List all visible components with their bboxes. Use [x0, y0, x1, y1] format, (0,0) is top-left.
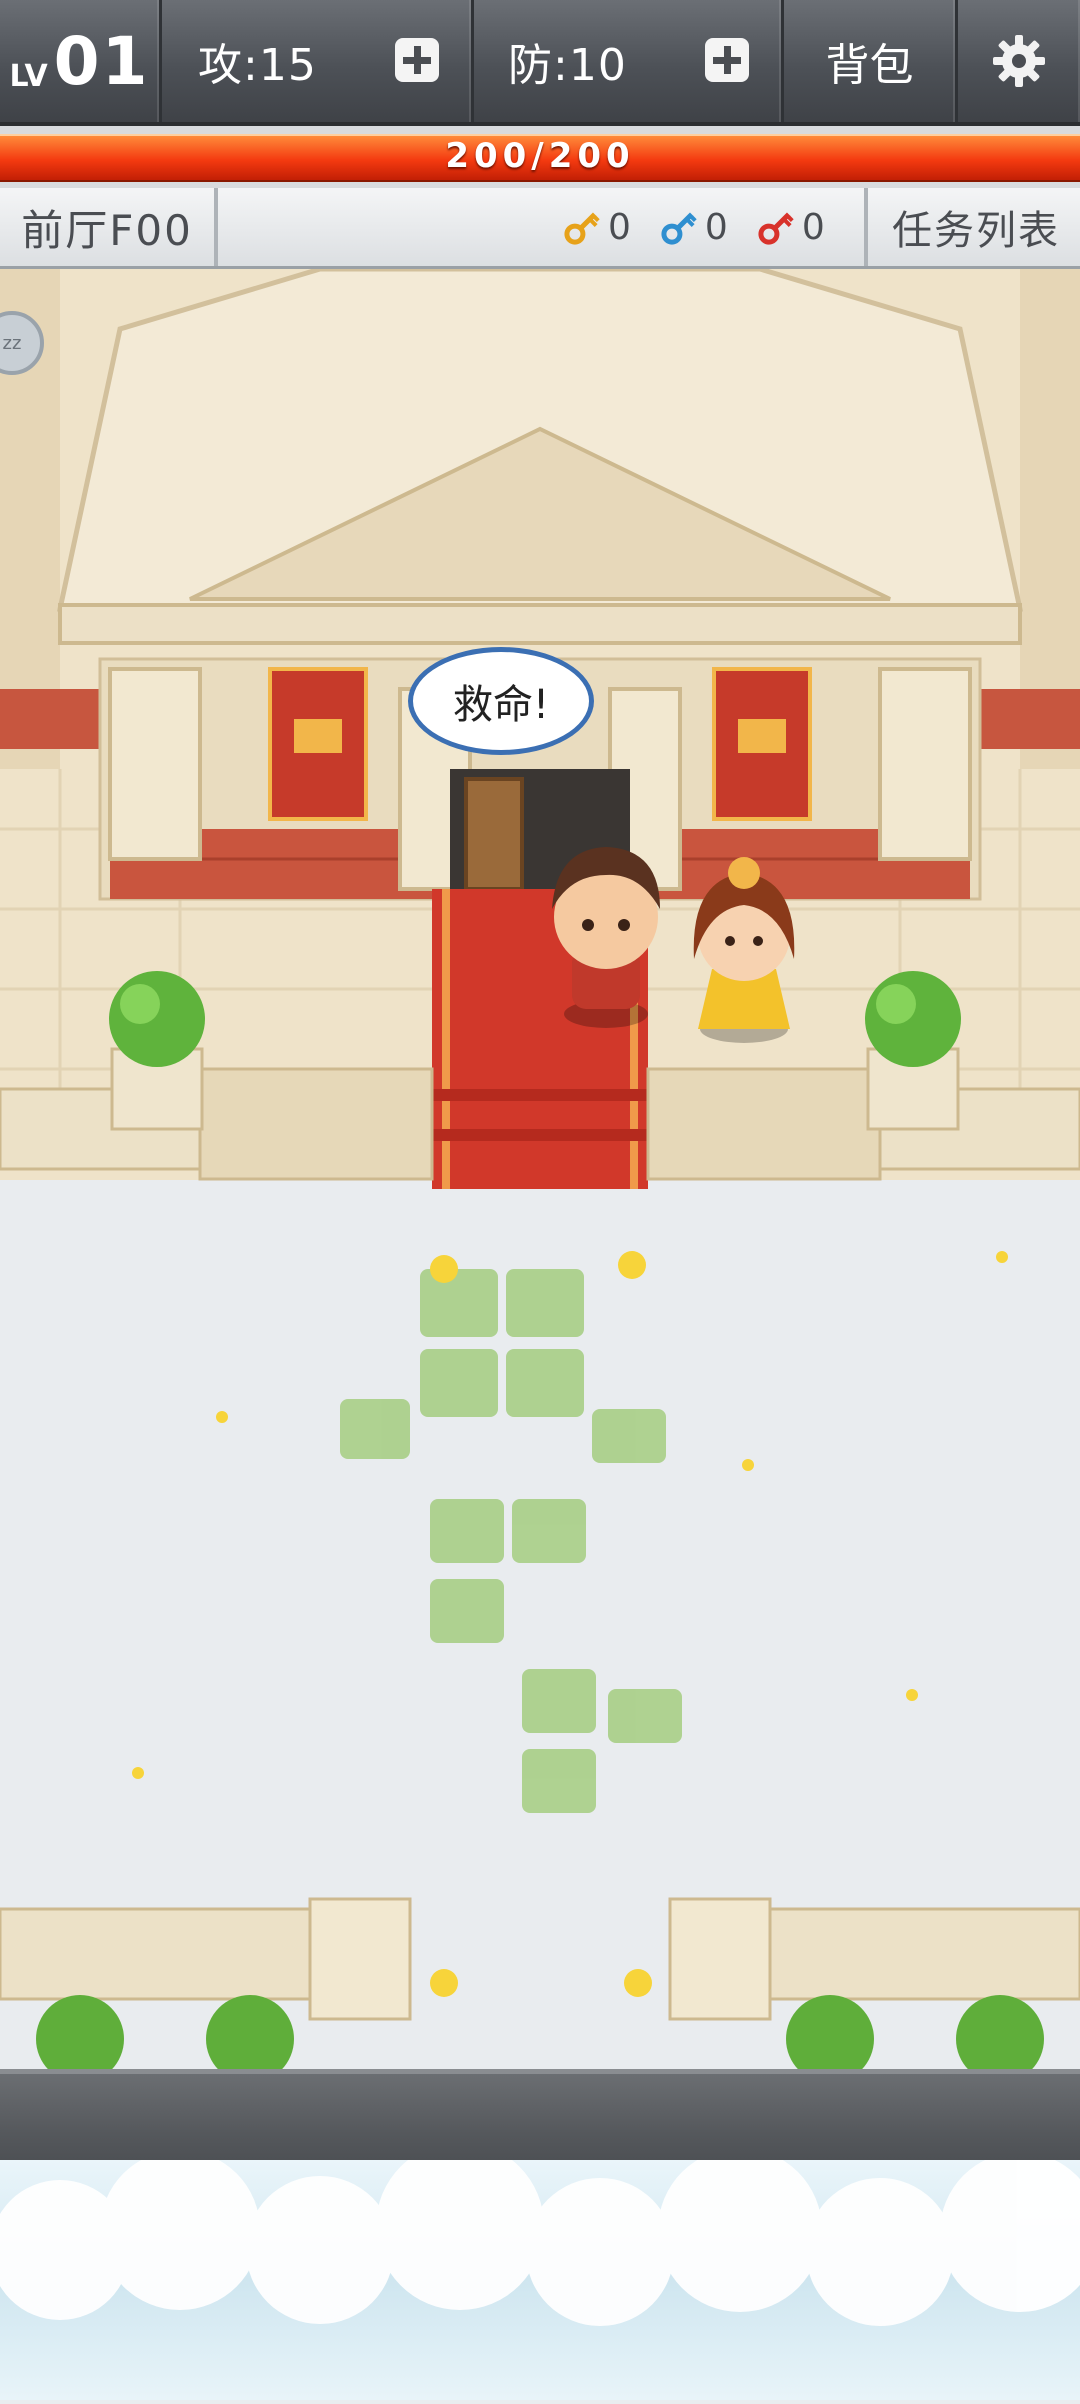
- floor-label: 前厅F00: [21, 205, 193, 255]
- game-scene[interactable]: zz 救命!: [0, 269, 1080, 2069]
- add-defense-button[interactable]: [705, 38, 749, 82]
- red-key: 0: [754, 205, 825, 249]
- yellow-key-count: 0: [608, 206, 631, 248]
- yellow-key: 0: [560, 205, 631, 249]
- level-number: 01: [53, 22, 150, 100]
- settings-button[interactable]: [958, 0, 1080, 122]
- attack-stat: 攻:15: [162, 0, 474, 122]
- level-prefix: LV: [9, 58, 48, 94]
- key-icon: [661, 212, 697, 245]
- hp-text: 200/200: [445, 136, 635, 176]
- defense-stat: 防:10: [474, 0, 784, 122]
- defense-value: 防:10: [508, 40, 627, 91]
- task-list-label: 任务列表: [892, 208, 1060, 254]
- level-display: LV 01: [0, 0, 162, 122]
- cloud-layer: [0, 2142, 1080, 2400]
- key-icon: [564, 212, 600, 245]
- floor-indicator: 前厅F00: [0, 188, 218, 266]
- blue-key: 0: [657, 205, 728, 249]
- bag-button[interactable]: 背包: [784, 0, 958, 122]
- speech-bubble: 救命!: [408, 647, 594, 755]
- task-list-button[interactable]: 任务列表: [864, 188, 1080, 266]
- speech-text: 救命!: [452, 682, 550, 728]
- top-stat-bar: LV 01 攻:15 防:10 背包: [0, 0, 1080, 126]
- bag-label: 背包: [825, 40, 914, 91]
- info-bar: 前厅F00 0 0 0 任务列表: [0, 188, 1080, 269]
- red-key-count: 0: [801, 206, 825, 248]
- hp-bar-container: 200/200: [0, 126, 1080, 188]
- gear-icon: [993, 35, 1045, 87]
- cloud-art: [0, 2142, 1080, 2326]
- attack-value: 攻:15: [198, 40, 317, 91]
- key-inventory: 0 0 0: [560, 188, 851, 266]
- blue-key-count: 0: [704, 206, 728, 248]
- key-icon: [758, 212, 794, 245]
- add-attack-button[interactable]: [395, 38, 439, 82]
